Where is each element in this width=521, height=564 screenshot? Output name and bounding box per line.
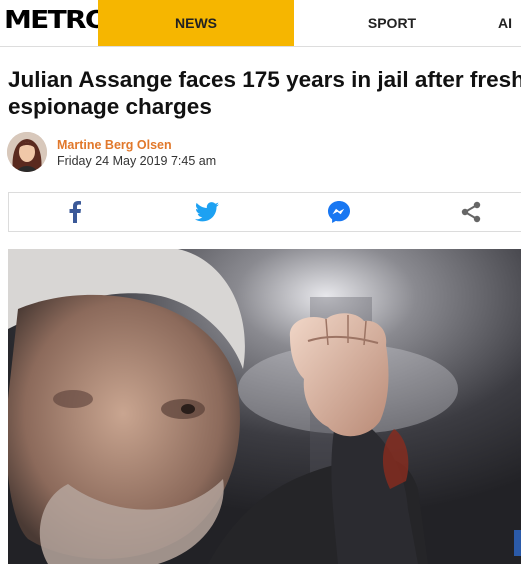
messenger-share-button[interactable] [309,193,369,231]
facebook-icon [69,201,81,223]
nav-tab-news[interactable]: NEWS [98,0,294,46]
facebook-share-button[interactable] [45,193,105,231]
metro-logo[interactable]: METRO [4,5,109,34]
twitter-share-button[interactable] [177,193,237,231]
header-divider [0,46,521,47]
headline-line-2: espionage charges [8,94,212,119]
share-button[interactable] [441,193,501,231]
ad-edge [514,530,521,556]
author-name[interactable]: Martine Berg Olsen [57,138,172,152]
article-headline: Julian Assange faces 175 years in jail a… [8,66,521,120]
messenger-icon [328,201,350,223]
author-avatar[interactable] [7,132,47,172]
twitter-icon [195,202,219,222]
top-navigation: METRO NEWS SPORT AI [0,0,521,46]
nav-tab-sport[interactable]: SPORT [294,0,490,46]
share-bar [8,192,521,232]
share-icon [461,201,481,223]
nav-tab-next[interactable]: AI [490,0,521,46]
hero-image[interactable] [8,249,521,564]
headline-line-1: Julian Assange faces 175 years in jail a… [8,67,521,92]
publish-date: Friday 24 May 2019 7:45 am [57,154,217,168]
